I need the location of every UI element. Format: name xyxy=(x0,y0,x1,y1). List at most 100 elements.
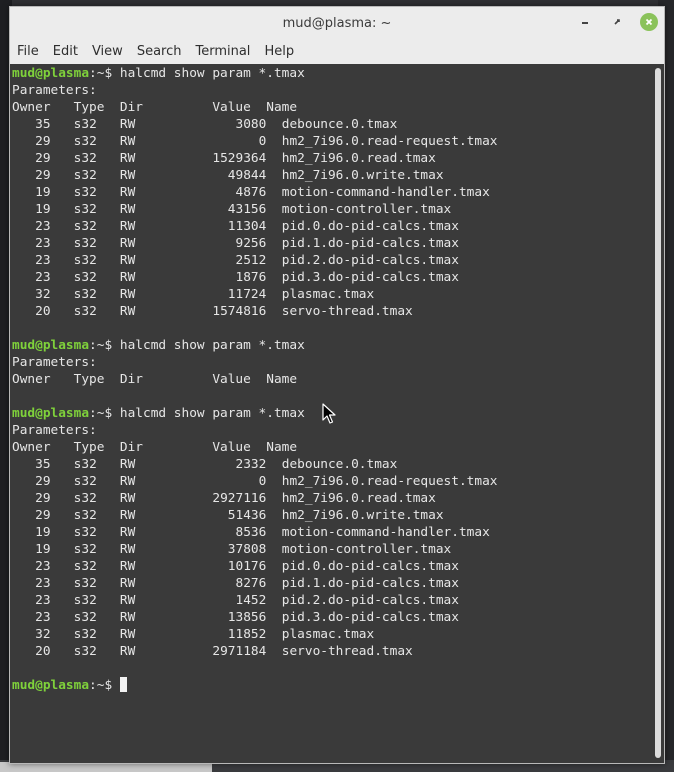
cell-dir: RW xyxy=(119,508,136,523)
cell-pad xyxy=(266,287,281,302)
cell-pad xyxy=(266,117,281,132)
cell-pad xyxy=(51,542,74,557)
cell-owner: 23 xyxy=(35,253,51,268)
cell-pad xyxy=(51,202,74,217)
cell-pad xyxy=(266,304,281,319)
table-row: 32 s32 RW 11852 plasmac.tmax xyxy=(12,626,497,643)
cell-type: s32 xyxy=(73,185,120,200)
scrollbar-thumb[interactable] xyxy=(655,68,661,758)
cell-pad xyxy=(51,508,74,523)
cell-type: s32 xyxy=(73,270,120,285)
cell-pad xyxy=(135,474,143,489)
mouse-pointer-icon xyxy=(322,403,336,429)
cell-pad xyxy=(12,253,35,268)
prompt-user-host: mud@plasma xyxy=(12,338,90,353)
cell-name: hm2_7i96.0.write.tmax xyxy=(281,168,444,183)
cell-dir: RW xyxy=(119,270,136,285)
cell-pad xyxy=(266,270,281,285)
cell-pad xyxy=(51,270,74,285)
cell-dir: RW xyxy=(119,457,136,472)
title-bar[interactable]: mud@plasma: ~ xyxy=(10,7,664,39)
cell-type: s32 xyxy=(73,525,120,540)
menu-search[interactable]: Search xyxy=(130,44,189,59)
cell-value: 1876 xyxy=(143,270,267,285)
cell-type: s32 xyxy=(73,508,120,523)
window-title: mud@plasma: ~ xyxy=(282,15,392,31)
cell-pad xyxy=(12,491,35,506)
cell-name: servo-thread.tmax xyxy=(281,644,413,659)
close-icon[interactable] xyxy=(640,13,658,31)
cell-pad xyxy=(51,610,74,625)
parameters-label: Parameters: xyxy=(12,83,97,98)
cell-value: 2971184 xyxy=(143,644,267,659)
cell-type: s32 xyxy=(73,151,120,166)
cell-owner: 29 xyxy=(35,474,51,489)
cell-owner: 23 xyxy=(35,610,51,625)
cell-pad xyxy=(135,202,143,217)
cell-pad xyxy=(266,457,281,472)
menu-file[interactable]: File xyxy=(10,44,46,59)
cell-type: s32 xyxy=(73,304,120,319)
cell-dir: RW xyxy=(119,168,136,183)
cell-value: 1452 xyxy=(143,593,267,608)
cell-value: 10176 xyxy=(143,559,267,574)
cell-pad xyxy=(12,474,35,489)
minimize-icon[interactable] xyxy=(576,13,594,31)
cell-value: 0 xyxy=(143,474,267,489)
cell-owner: 32 xyxy=(35,287,51,302)
cell-pad xyxy=(135,576,143,591)
cell-type: s32 xyxy=(73,287,120,302)
cell-pad xyxy=(135,219,143,234)
cell-name: hm2_7i96.0.write.tmax xyxy=(281,508,444,523)
cell-type: s32 xyxy=(73,593,120,608)
cell-value: 37808 xyxy=(143,542,267,557)
cell-type: s32 xyxy=(73,202,120,217)
cell-dir: RW xyxy=(119,253,136,268)
cell-type: s32 xyxy=(73,644,120,659)
cell-name: motion-command-handler.tmax xyxy=(281,185,490,200)
terminal-scrollbar[interactable] xyxy=(652,64,664,763)
cell-pad xyxy=(51,491,74,506)
cell-name: pid.2.do-pid-calcs.tmax xyxy=(281,253,459,268)
cell-value: 2927116 xyxy=(143,491,267,506)
cell-dir: RW xyxy=(119,287,136,302)
cell-value: 51436 xyxy=(143,508,267,523)
cell-owner: 19 xyxy=(35,525,51,540)
cell-dir: RW xyxy=(119,542,136,557)
table-row: 19 s32 RW 4876 motion-command-handler.tm… xyxy=(12,184,497,201)
cell-pad xyxy=(12,542,35,557)
menu-help[interactable]: Help xyxy=(257,44,301,59)
cell-pad xyxy=(12,151,35,166)
cell-pad xyxy=(135,508,143,523)
cell-pad xyxy=(51,236,74,251)
cell-owner: 29 xyxy=(35,134,51,149)
cell-pad xyxy=(266,134,281,149)
cell-pad xyxy=(266,627,281,642)
cell-dir: RW xyxy=(119,151,136,166)
table-row: 35 s32 RW 3080 debounce.0.tmax xyxy=(12,116,497,133)
cell-pad xyxy=(12,559,35,574)
table-row: 29 s32 RW 0 hm2_7i96.0.read-request.tmax xyxy=(12,133,497,150)
cell-pad xyxy=(12,525,35,540)
cell-type: s32 xyxy=(73,219,120,234)
cell-dir: RW xyxy=(119,202,136,217)
table-row: 23 s32 RW 9256 pid.1.do-pid-calcs.tmax xyxy=(12,235,497,252)
menu-terminal[interactable]: Terminal xyxy=(188,44,257,59)
cell-dir: RW xyxy=(119,627,136,642)
terminal-output[interactable]: mud@plasma:~$ halcmd show param *.tmax Pa… xyxy=(10,64,652,763)
cell-dir: RW xyxy=(119,610,136,625)
cell-pad xyxy=(51,151,74,166)
cell-pad xyxy=(12,270,35,285)
cell-pad xyxy=(266,491,281,506)
menu-edit[interactable]: Edit xyxy=(46,44,85,59)
cell-pad xyxy=(266,542,281,557)
cell-value: 8276 xyxy=(143,576,267,591)
menu-view[interactable]: View xyxy=(85,44,130,59)
cell-name: pid.1.do-pid-calcs.tmax xyxy=(281,576,459,591)
cell-owner: 23 xyxy=(35,219,51,234)
maximize-icon[interactable] xyxy=(608,13,626,31)
cell-name: hm2_7i96.0.read.tmax xyxy=(281,491,436,506)
cell-dir: RW xyxy=(119,559,136,574)
table-row: 23 s32 RW 1876 pid.3.do-pid-calcs.tmax xyxy=(12,269,497,286)
cell-type: s32 xyxy=(73,559,120,574)
